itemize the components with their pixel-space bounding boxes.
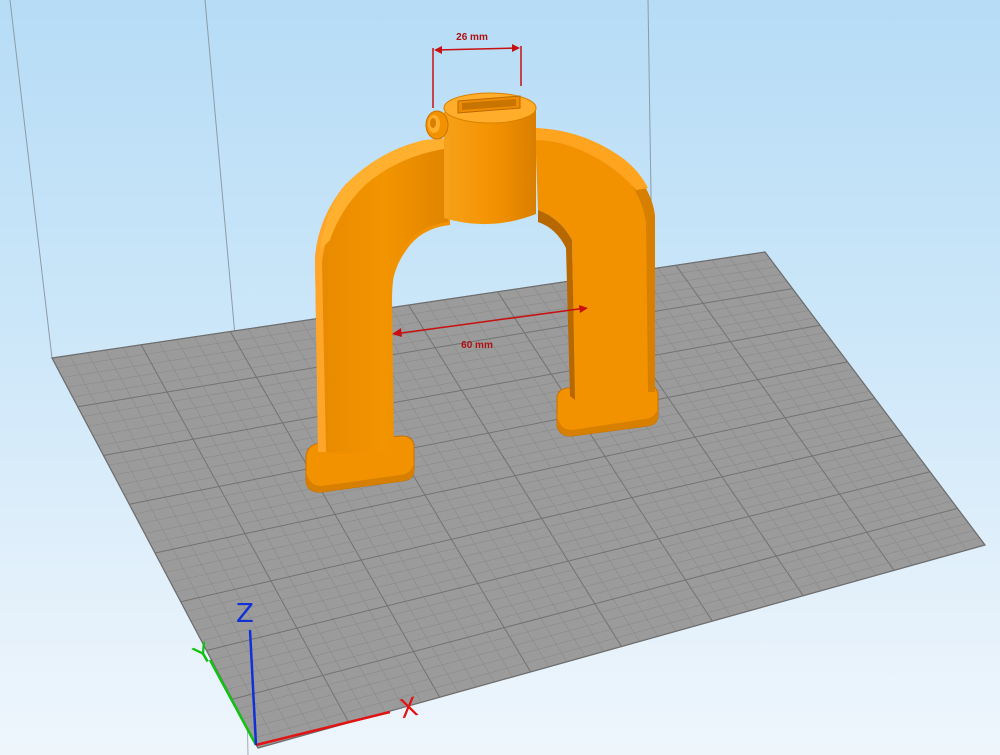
axis-z-label: Z [236,599,254,629]
print-bed [51,251,987,749]
center-hub-cylinder[interactable] [444,106,536,225]
3d-viewport[interactable]: 26 mm 60 mm X Y Z [0,0,1000,755]
dimension-top-width-label: 26 mm [456,32,488,43]
set-screw-knob[interactable] [425,110,449,140]
scene-canvas[interactable]: 26 mm 60 mm X Y Z [0,0,1000,755]
dimension-inner-span-label: 60 mm [461,340,493,351]
